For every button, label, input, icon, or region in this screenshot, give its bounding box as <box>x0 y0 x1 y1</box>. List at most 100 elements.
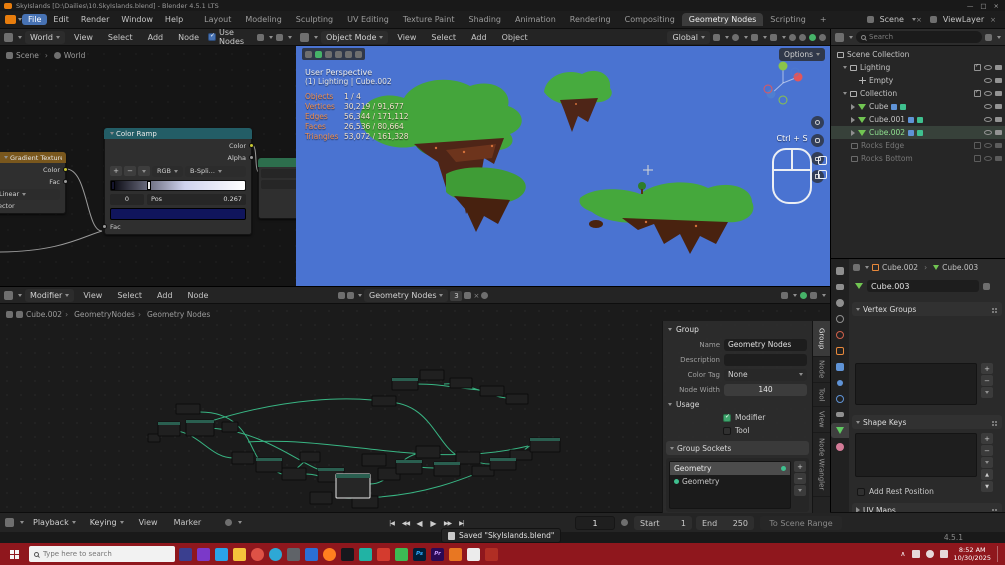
disable-render-icon[interactable] <box>995 78 1002 83</box>
vertex-groups-panel-header[interactable]: Vertex Groups <box>852 302 1002 316</box>
ramp-stop-1[interactable] <box>147 181 151 190</box>
snap-magnet-icon[interactable] <box>781 292 788 299</box>
properties-context-icon[interactable] <box>853 264 860 271</box>
hide-eye-icon[interactable] <box>984 91 992 96</box>
tool-option-icon[interactable] <box>355 51 362 58</box>
playback-menu[interactable]: Playback <box>28 516 81 529</box>
auto-keying-icon[interactable] <box>225 519 232 526</box>
breadcrumb-scene[interactable]: Scene <box>16 51 39 60</box>
gradient-texture-node[interactable]: Gradient Texture Color Fac Linear Vector <box>0 152 66 214</box>
pin-icon[interactable] <box>481 292 488 299</box>
current-frame-field[interactable]: 1 <box>575 516 615 530</box>
menu-window[interactable]: Window <box>115 14 159 25</box>
shape-keys-panel-header[interactable]: Shape Keys <box>852 415 1002 429</box>
exclude-checkbox[interactable] <box>974 90 981 97</box>
expand-icon[interactable] <box>851 130 855 136</box>
menu-help[interactable]: Help <box>159 14 189 25</box>
tab-render-properties[interactable] <box>831 263 849 278</box>
modifier-wrench-icon[interactable] <box>908 117 914 123</box>
vertex-group-specials-button[interactable] <box>981 387 993 398</box>
disable-render-icon[interactable] <box>995 156 1002 161</box>
navigation-gizmo[interactable] <box>756 56 810 110</box>
tab-view[interactable]: View <box>813 407 830 433</box>
taskbar-app-icon-3[interactable] <box>215 548 228 561</box>
fac-socket[interactable] <box>63 179 68 184</box>
use-nodes-checkbox[interactable] <box>208 33 216 41</box>
gradient-texture-header[interactable]: Gradient Texture <box>0 152 66 163</box>
start-frame-field[interactable]: Start1 <box>634 516 692 530</box>
workspace-tab-sculpting[interactable]: Sculpting <box>289 13 340 26</box>
chevron-down-icon[interactable] <box>997 36 1001 39</box>
breadcrumb-data[interactable]: Cube.003 <box>942 263 978 272</box>
viewport-editor-type-icon[interactable] <box>300 33 309 42</box>
taskbar-photoshop-icon[interactable]: Ps <box>413 548 426 561</box>
shading-wireframe-icon[interactable] <box>789 34 796 41</box>
color-ramp-gradient[interactable] <box>110 180 246 191</box>
color-ramp-header[interactable]: Color Ramp <box>104 128 252 139</box>
tool-icon[interactable] <box>305 51 312 58</box>
tab-particle-properties[interactable] <box>831 375 849 390</box>
tab-group[interactable]: Group <box>813 321 830 357</box>
active-tool-icon[interactable] <box>315 51 322 58</box>
geometry-nodes-icon[interactable] <box>900 104 906 110</box>
outliner-search[interactable]: Search <box>856 31 982 43</box>
add-stop-button[interactable]: + <box>110 166 122 176</box>
workspace-tab-modeling[interactable]: Modeling <box>238 13 288 26</box>
taskbar-app-icon-11[interactable] <box>467 548 480 561</box>
outliner-row-lighting[interactable]: Lighting <box>831 61 1005 74</box>
workspace-tab-texture-paint[interactable]: Texture Paint <box>396 13 462 26</box>
hide-eye-icon[interactable] <box>984 78 992 83</box>
remove-stop-button[interactable]: − <box>124 166 136 176</box>
add-rest-position-checkbox[interactable] <box>857 488 865 496</box>
expand-icon[interactable] <box>843 92 847 95</box>
add-workspace-button[interactable]: + <box>813 13 834 26</box>
tab-node-wrangler[interactable]: Node Wrangler <box>813 433 830 497</box>
play-button[interactable]: ▶ <box>427 516 440 530</box>
start-button[interactable] <box>10 550 19 559</box>
zoom-button[interactable] <box>811 116 824 129</box>
expand-icon[interactable] <box>851 104 855 110</box>
taskbar-edge-icon[interactable] <box>269 548 282 561</box>
tab-modifier-properties[interactable] <box>831 359 849 374</box>
tab-node[interactable]: Node <box>813 357 830 383</box>
network-icon[interactable] <box>912 550 920 558</box>
chevron-down-icon[interactable] <box>744 36 748 39</box>
tab-tool[interactable]: Tool <box>813 383 830 407</box>
breadcrumb-object[interactable]: Cube.002 <box>26 310 71 319</box>
color-socket[interactable] <box>63 167 68 172</box>
viewport-menu-add[interactable]: Add <box>465 32 493 43</box>
taskbar-clock[interactable]: 8:52 AM 10/30/2025 <box>954 546 991 562</box>
taskbar-app-icon-5[interactable] <box>305 548 318 561</box>
hide-eye-icon[interactable] <box>984 117 992 122</box>
shader-menu-select[interactable]: Select <box>102 32 139 43</box>
overlays-toggle-icon[interactable] <box>770 34 777 41</box>
chevron-down-icon[interactable] <box>238 521 242 524</box>
maximize-button[interactable]: □ <box>980 2 986 10</box>
taskbar-app-icon-9[interactable] <box>395 548 408 561</box>
remove-shape-key-button[interactable]: − <box>981 445 993 456</box>
ramp-active-index-field[interactable]: 0 <box>110 194 144 205</box>
blender-menu-icon[interactable] <box>5 15 16 24</box>
workspace-tab-compositing[interactable]: Compositing <box>618 13 682 26</box>
taskbar-app-icon-2[interactable] <box>197 548 210 561</box>
viewport-menu-object[interactable]: Object <box>496 32 534 43</box>
socket-row-input[interactable]: Geometry <box>670 475 790 488</box>
end-frame-field[interactable]: End250 <box>696 516 754 530</box>
disable-render-icon[interactable] <box>995 143 1002 148</box>
geometry-nodes-icon[interactable] <box>917 130 923 136</box>
shading-material-icon[interactable] <box>809 34 816 41</box>
close-button[interactable]: × <box>994 2 999 10</box>
tab-output-properties[interactable] <box>831 279 849 294</box>
taskbar-app-icon-10[interactable] <box>449 548 462 561</box>
tab-physics-properties[interactable] <box>831 391 849 406</box>
socket-specials-button[interactable] <box>794 485 806 496</box>
shader-canvas[interactable]: Scene World Gradient Texture Color Fac L… <box>0 46 296 286</box>
browse-icon[interactable] <box>347 292 354 299</box>
group-name-field[interactable]: Geometry Nodes <box>724 339 807 351</box>
language-icon[interactable] <box>940 550 948 558</box>
workspace-tab-shading[interactable]: Shading <box>461 13 508 26</box>
workspace-tab-rendering[interactable]: Rendering <box>563 13 618 26</box>
save-toast[interactable]: Saved "SkyIslands.blend" <box>441 528 561 543</box>
shading-rendered-icon[interactable] <box>819 34 826 41</box>
chevron-down-icon[interactable] <box>763 36 767 39</box>
